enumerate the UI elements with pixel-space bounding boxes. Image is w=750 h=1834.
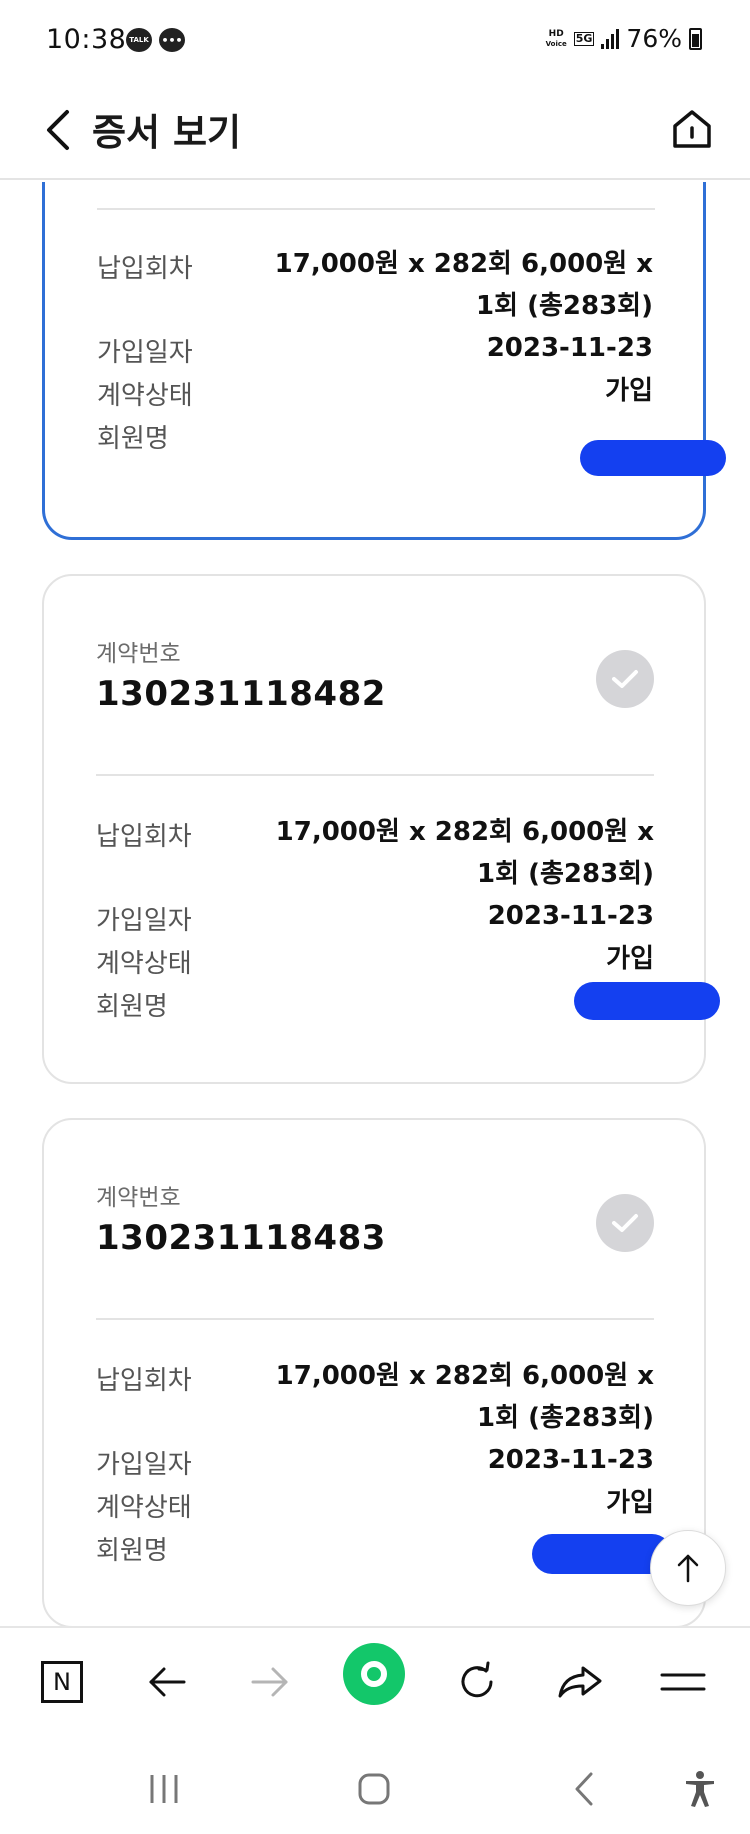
home-icon (358, 1773, 390, 1805)
card-divider (97, 208, 655, 210)
home-icon (673, 110, 711, 148)
contract-status-label: 계약상태 (96, 949, 192, 979)
home-button[interactable] (662, 98, 722, 160)
contract-status-label: 계약상태 (96, 1493, 192, 1523)
nav-back-button[interactable] (554, 1764, 614, 1814)
card-divider (96, 774, 654, 776)
status-right: HD Voice 5G 76% (546, 24, 702, 53)
network-5g-icon: 5G (573, 31, 595, 46)
payment-count-label: 납입회차 (96, 1366, 192, 1396)
signal-icon (601, 28, 620, 49)
join-date-value: 2023-11-23 (487, 901, 654, 931)
check-icon (612, 1214, 638, 1232)
android-nav-bar (0, 1734, 750, 1834)
arrow-up-icon (677, 1554, 699, 1583)
naver-button[interactable]: N (30, 1650, 94, 1714)
accessibility-icon (686, 1771, 714, 1807)
green-dot-button[interactable] (343, 1643, 405, 1705)
share-icon (558, 1666, 602, 1698)
app-header: 증서 보기 (0, 80, 750, 180)
menu-button[interactable] (651, 1650, 715, 1714)
select-check-button[interactable] (596, 1194, 654, 1252)
battery-text: 76% (626, 24, 682, 53)
scroll-to-top-button[interactable] (650, 1530, 726, 1606)
contract-number: 130231118483 (96, 1218, 386, 1258)
page-title: 증서 보기 (92, 111, 242, 154)
member-name-redaction (574, 982, 720, 1020)
payment-count-value: 17,000원 x 282회 6,000원 x 1회 (총283회) (275, 817, 654, 889)
accessibility-button[interactable] (670, 1764, 730, 1814)
payment-count-value: 17,000원 x 282회 6,000원 x 1회 (총283회) (275, 1361, 654, 1433)
back-icon (575, 1772, 593, 1806)
certificate-card[interactable]: 납입회차 17,000원 x 282회 6,000원 x 1회 (총283회) … (42, 182, 706, 540)
contract-status-value: 가입 (606, 1488, 654, 1518)
payment-count-label: 납입회차 (97, 254, 193, 284)
contract-number-label: 계약번호 (96, 1185, 181, 1211)
arrow-right-icon (251, 1667, 288, 1697)
check-icon (612, 670, 638, 688)
naver-icon: N (41, 1661, 83, 1703)
payment-count-value: 17,000원 x 282회 6,000원 x 1회 (총283회) (274, 249, 653, 321)
card-divider (96, 1318, 654, 1320)
kakaotalk-icon: TALK (126, 28, 152, 52)
back-button[interactable] (28, 100, 88, 160)
select-check-button[interactable] (596, 650, 654, 708)
contract-number: 130231118482 (96, 674, 386, 714)
recents-icon (150, 1775, 178, 1803)
battery-icon (689, 27, 702, 50)
recents-button[interactable] (134, 1764, 194, 1814)
share-button[interactable] (548, 1650, 612, 1714)
join-date-label: 가입일자 (97, 338, 193, 368)
member-name-label: 회원명 (97, 424, 169, 454)
green-dot-icon (361, 1661, 387, 1687)
status-bar: 10:38 TALK ••• HD Voice 5G 76% (0, 0, 750, 80)
browser-back-button[interactable] (135, 1650, 199, 1714)
payment-count-label: 납입회차 (96, 822, 192, 852)
certificate-list[interactable]: 납입회차 17,000원 x 282회 6,000원 x 1회 (총283회) … (0, 182, 750, 1626)
join-date-value: 2023-11-23 (486, 333, 653, 363)
status-time: 10:38 (46, 24, 127, 55)
hd-voice-icon: HD Voice (545, 28, 567, 48)
browser-forward-button[interactable] (238, 1650, 302, 1714)
contract-number-label: 계약번호 (96, 641, 181, 667)
member-name-label: 회원명 (96, 1536, 168, 1566)
join-date-label: 가입일자 (96, 906, 192, 936)
menu-icon (660, 1673, 706, 1691)
contract-status-label: 계약상태 (97, 381, 193, 411)
contract-status-value: 가입 (606, 944, 654, 974)
chevron-left-icon (47, 110, 69, 150)
browser-toolbar: N (0, 1626, 750, 1734)
nav-home-button[interactable] (344, 1764, 404, 1814)
message-icon: ••• (159, 28, 185, 52)
contract-status-value: 가입 (605, 376, 653, 406)
member-name-redaction (580, 440, 726, 476)
arrow-left-icon (149, 1667, 186, 1697)
refresh-button[interactable] (445, 1650, 509, 1714)
refresh-icon (461, 1661, 493, 1698)
join-date-label: 가입일자 (96, 1450, 192, 1480)
join-date-value: 2023-11-23 (487, 1445, 654, 1475)
member-name-label: 회원명 (96, 992, 168, 1022)
